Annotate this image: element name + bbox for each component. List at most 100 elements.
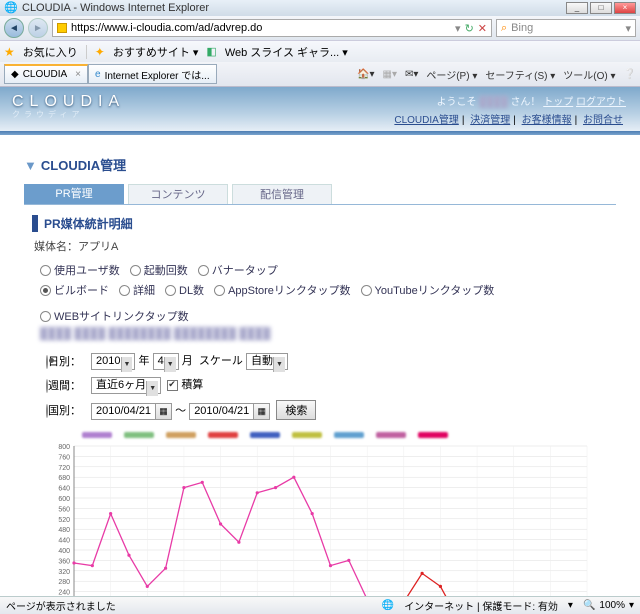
media-name: 媒体名：アプリA <box>34 238 608 254</box>
date-from[interactable]: 2010/04/21 <box>91 403 156 420</box>
subtab-bar: PR管理 コンテンツ 配信管理 <box>24 184 616 205</box>
zoom-control[interactable]: 🔍 100% ▾ <box>583 600 634 611</box>
radio-appstore[interactable] <box>214 285 225 296</box>
favorites-bar: ★ お気に入り ✦ おすすめサイト ▾ ◧ Web スライス ギャラ... ▾ <box>0 40 640 62</box>
calendar-icon[interactable]: ▦ <box>156 403 172 420</box>
caret-icon: ▼ <box>24 158 37 173</box>
suggested-sites[interactable]: おすすめサイト ▾ <box>113 44 199 60</box>
radio-detail[interactable] <box>119 285 130 296</box>
tab-label: CLOUDIA <box>23 69 67 80</box>
web-slice-icon: ◧ <box>206 45 216 58</box>
tab-ie-error[interactable]: e Internet Explorer では... <box>88 64 217 84</box>
svg-text:640: 640 <box>58 486 70 493</box>
page-menu[interactable]: ページ(P) ▾ <box>426 67 477 82</box>
radio-daily[interactable] <box>46 355 48 369</box>
line-chart: 0408012016020024028032036040044048052056… <box>32 432 592 596</box>
recent-select[interactable]: 直近6ヶ月 <box>91 377 161 394</box>
ie-icon: 🌐 <box>4 1 18 15</box>
month-select[interactable]: 4 <box>153 353 179 370</box>
welcome-line: ようこそ ████ さん！ トップ ログアウト <box>437 93 626 108</box>
tab-cloudia[interactable]: ◆ CLOUDIA × <box>4 64 88 84</box>
tab-favicon: ◆ <box>11 69 19 80</box>
forward-button[interactable]: ► <box>28 18 48 38</box>
calendar-icon[interactable]: ▦ <box>254 403 270 420</box>
nav-cloudia[interactable]: CLOUDIA管理 <box>394 115 458 126</box>
tab-bar: ◆ CLOUDIA × e Internet Explorer では... 🏠▾… <box>0 62 640 86</box>
search-field[interactable]: ⌕ Bing ▾ <box>496 19 636 37</box>
zone-dropdown-icon[interactable]: ▾ <box>568 600 573 611</box>
subtab-contents[interactable]: コンテンツ <box>128 184 228 204</box>
help-button[interactable]: ❔ <box>624 69 636 80</box>
favorites-star-icon[interactable]: ★ <box>4 45 15 59</box>
status-text: ページが表示されました <box>6 598 116 613</box>
url-text: https://www.i-cloudia.com/ad/advrep.do <box>71 22 455 34</box>
svg-text:320: 320 <box>58 569 70 576</box>
metric-row-1: 使用ユーザ数 起動回数 バナータップ <box>40 262 608 278</box>
home-button[interactable]: 🏠▾ <box>357 69 374 80</box>
svg-text:280: 280 <box>58 579 70 586</box>
bing-icon: ⌕ <box>501 22 507 35</box>
back-button[interactable]: ◄ <box>4 18 24 38</box>
close-button[interactable]: × <box>614 2 636 14</box>
radio-website[interactable] <box>40 311 51 322</box>
svg-text:600: 600 <box>58 496 70 503</box>
mail-button[interactable]: ✉▾ <box>405 69 418 80</box>
subtab-pr[interactable]: PR管理 <box>24 184 124 204</box>
tab-label: Internet Explorer では... <box>105 67 210 82</box>
subtab-delivery[interactable]: 配信管理 <box>232 184 332 204</box>
accum-checkbox[interactable] <box>167 380 178 391</box>
tab-close-icon[interactable]: × <box>75 69 81 80</box>
svg-text:400: 400 <box>58 548 70 555</box>
svg-text:680: 680 <box>58 475 70 482</box>
ie-command-bar: 🏠▾ ▦▾ ✉▾ ページ(P) ▾ セーフティ(S) ▾ ツール(O) ▾ ❔ <box>357 67 636 82</box>
window-titlebar: 🌐 CLOUDIA - Windows Internet Explorer _ … <box>0 0 640 16</box>
refresh-icon[interactable]: ↻ <box>465 22 474 35</box>
search-engine-label: Bing <box>511 22 625 34</box>
radio-weekly[interactable] <box>46 379 48 393</box>
site-header: CLOUDIA クラウディア ようこそ ████ さん！ トップ ログアウト C… <box>0 87 640 131</box>
svg-text:560: 560 <box>58 506 70 513</box>
search-dropdown-icon[interactable]: ▾ <box>625 22 631 35</box>
breadcrumb-text: CLOUDIA管理 <box>41 158 126 173</box>
nav-contact[interactable]: お問合せ <box>583 115 623 126</box>
period-filter: 日別： 2010 年 4 月 スケール 自動 週間： 直近6ヶ月 <box>40 348 322 424</box>
add-favorite-icon[interactable]: ✦ <box>95 45 105 59</box>
header-nav: CLOUDIA管理| 決済管理| お客様情報| お問合せ <box>391 111 626 126</box>
dropdown-icon[interactable]: ▾ <box>455 22 461 35</box>
lock-icon <box>57 23 67 33</box>
window-title: CLOUDIA - Windows Internet Explorer <box>22 2 209 14</box>
svg-text:480: 480 <box>58 527 70 534</box>
radio-launches[interactable] <box>130 265 141 276</box>
svg-text:360: 360 <box>58 558 70 565</box>
safety-menu[interactable]: セーフティ(S) ▾ <box>485 67 555 82</box>
status-bar: ページが表示されました 🌐 インターネット | 保護モード: 有効 ▾ 🔍 10… <box>0 596 640 614</box>
welcome-label: ようこそ <box>437 97 477 108</box>
stop-icon[interactable]: ✕ <box>478 22 487 35</box>
metric-row-2: ビルボード 詳細 DL数 AppStoreリンクタップ数 YouTubeリンクタ… <box>40 282 608 324</box>
year-select[interactable]: 2010 <box>91 353 135 370</box>
radio-billboard[interactable] <box>40 285 51 296</box>
svg-text:800: 800 <box>58 444 70 451</box>
search-button[interactable]: 検索 <box>276 400 316 420</box>
top-link[interactable]: トップ <box>543 97 573 108</box>
nav-customer[interactable]: お客様情報 <box>522 115 572 126</box>
maximize-button[interactable]: □ <box>590 2 612 14</box>
favorites-label[interactable]: お気に入り <box>23 44 78 60</box>
radio-country[interactable] <box>46 404 48 418</box>
address-bar: ◄ ► https://www.i-cloudia.com/ad/advrep.… <box>0 16 640 40</box>
minimize-button[interactable]: _ <box>566 2 588 14</box>
radio-youtube[interactable] <box>361 285 372 296</box>
feeds-button[interactable]: ▦▾ <box>383 69 397 80</box>
logout-link[interactable]: ログアウト <box>576 97 626 108</box>
radio-dl[interactable] <box>165 285 176 296</box>
svg-text:520: 520 <box>58 517 70 524</box>
url-field[interactable]: https://www.i-cloudia.com/ad/advrep.do ▾… <box>52 19 492 37</box>
web-slice-gallery[interactable]: Web スライス ギャラ... ▾ <box>225 44 348 60</box>
date-to[interactable]: 2010/04/21 <box>189 403 254 420</box>
radio-banner-tap[interactable] <box>198 265 209 276</box>
tab-favicon: e <box>95 69 101 80</box>
nav-payment[interactable]: 決済管理 <box>470 115 510 126</box>
radio-users[interactable] <box>40 265 51 276</box>
tools-menu[interactable]: ツール(O) ▾ <box>563 67 615 82</box>
scale-select[interactable]: 自動 <box>246 353 288 370</box>
